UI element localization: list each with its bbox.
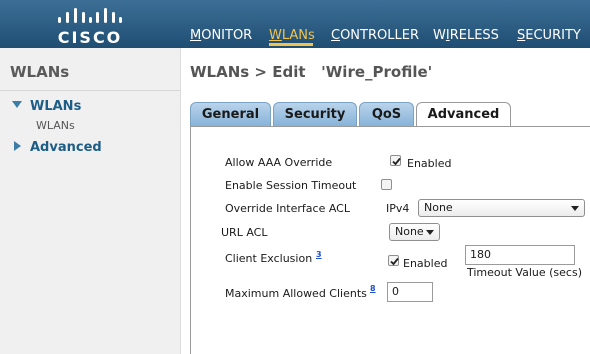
expanded-triangle-icon [12,101,22,108]
tab-security[interactable]: Security [273,102,357,126]
cisco-bars-icon [58,8,122,23]
dropdown-arrow-icon [426,230,434,235]
top-header: CISCO MONITOR WLANs CONTROLLER WIRELESS … [0,0,590,48]
nav-controller[interactable]: CONTROLLER [331,28,419,43]
tab-advanced[interactable]: Advanced [416,102,511,128]
url-acl-label: URL ACL [221,226,268,239]
tab-qos[interactable]: QoS [359,102,414,126]
sidebar-item-label: WLANs [30,99,82,114]
sidebar-item-wlans[interactable]: WLANs [12,99,81,114]
client-exclusion-footnote-link[interactable]: 3 [316,250,322,259]
enable-session-timeout-label: Enable Session Timeout [225,179,357,192]
cisco-wordmark: CISCO [57,28,123,47]
client-exclusion-checkbox[interactable] [388,255,399,266]
url-acl-value: None [395,225,424,238]
dropdown-arrow-icon [571,206,579,211]
sidebar-divider [0,90,180,91]
override-interface-acl-value: None [424,201,453,214]
sidebar-item-label: Advanced [30,140,102,155]
nav-security[interactable]: SECURITY [517,28,581,43]
cisco-logo: CISCO [56,6,124,47]
timeout-value-label: Timeout Value (secs) [467,266,582,279]
client-exclusion-label: Client Exclusion [225,252,313,265]
advanced-panel: Allow AAA Override Enabled Enable Sessio… [190,126,590,354]
ipv4-label: IPv4 [386,202,410,215]
client-exclusion-enabled-label: Enabled [403,257,448,270]
allow-aaa-override-label: Allow AAA Override [225,156,333,169]
override-interface-acl-select[interactable]: None [418,199,585,217]
nav-monitor[interactable]: MONITOR [190,28,252,43]
nav-active-indicator [269,43,313,46]
sidebar-subitem-wlans[interactable]: WLANs [36,119,75,132]
collapsed-triangle-icon [14,141,21,151]
max-allowed-clients-label: Maximum Allowed Clients [225,287,367,300]
checkmark-icon [390,257,399,266]
max-allowed-clients-footnote-link[interactable]: 8 [370,284,376,293]
max-allowed-clients-input[interactable]: 0 [387,282,433,302]
tab-general[interactable]: General [190,102,271,126]
override-interface-acl-label: Override Interface ACL [225,202,350,215]
allow-aaa-override-checkbox[interactable] [390,155,401,166]
nav-wireless[interactable]: WIRELESS [433,28,499,43]
url-acl-select[interactable]: None [389,223,440,241]
enable-session-timeout-checkbox[interactable] [381,179,392,190]
nav-wlans[interactable]: WLANs [269,28,315,43]
sidebar-item-advanced[interactable]: Advanced [12,140,102,155]
sidebar: WLANs WLANs WLANs Advanced [0,48,181,354]
page-title: WLANs > Edit 'Wire_Profile' [190,63,433,81]
allow-aaa-override-enabled-label: Enabled [407,157,452,170]
timeout-value-input[interactable]: 180 [465,245,575,265]
sidebar-title: WLANs [10,63,70,81]
checkmark-icon [392,157,401,166]
